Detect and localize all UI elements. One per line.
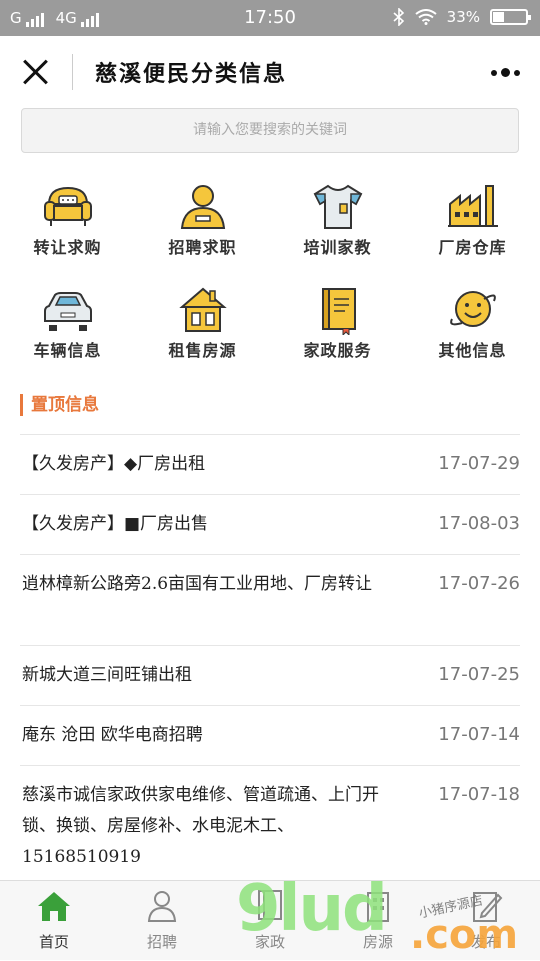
category-label: 招聘求职: [168, 238, 237, 257]
listing-date: 17-08-03: [438, 513, 520, 534]
category-label: 租售房源: [168, 341, 237, 360]
tshirt-icon: [313, 184, 363, 229]
listing-title: 庵东 沧田 欧华电商招聘: [22, 725, 203, 745]
listing-title: 【久发房产】◆厂房出租: [22, 454, 206, 474]
category-label: 家政服务: [303, 341, 372, 360]
listing-title: 【久发房产】■厂房出售: [22, 514, 209, 534]
list-item[interactable]: 逍林樟新公路旁2.6亩国有工业用地、厂房转让 17-07-26: [20, 554, 520, 645]
nav-header: 慈溪便民分类信息: [0, 36, 540, 108]
list-item[interactable]: 庵东 沧田 欧华电商招聘 17-07-14: [20, 705, 520, 765]
listing-date: 17-07-26: [438, 573, 520, 594]
status-bar: G 4G 17:50 33%: [0, 0, 540, 36]
battery-icon: [490, 9, 531, 25]
category-factory[interactable]: 厂房仓库: [405, 172, 540, 272]
category-label: 其他信息: [438, 341, 507, 360]
pinned-section-title: 置顶信息: [20, 394, 99, 416]
list-item[interactable]: 【久发房产】■厂房出售 17-08-03: [20, 494, 520, 554]
category-training[interactable]: 培训家教: [270, 172, 405, 272]
bluetooth-icon: [393, 8, 404, 26]
listing-date: 17-07-18: [438, 784, 520, 805]
battery-fill: [493, 12, 505, 22]
search-input[interactable]: 请输入您要搜索的关键词: [21, 108, 519, 153]
tab-recruit[interactable]: 招聘: [108, 881, 216, 961]
wifi-icon: [415, 9, 437, 25]
listing-date: 17-07-25: [438, 664, 520, 685]
listing-date: 17-07-14: [438, 724, 520, 745]
sofa-icon: [44, 186, 92, 226]
page-title: 慈溪便民分类信息: [95, 61, 288, 87]
list-item[interactable]: 【久发房产】◆厂房出租 17-07-29: [20, 434, 520, 494]
factory-icon: [448, 185, 498, 227]
smiley-planet-icon: [450, 291, 496, 327]
category-label: 车辆信息: [33, 341, 102, 360]
listing-title: 新城大道三间旺铺出租: [22, 665, 192, 685]
listing-title: 慈溪市诚信家政供家电维修、管道疏通、上门开锁、换锁、房屋修补、水电泥木工、151…: [22, 785, 379, 867]
watermark-logo: 9lud: [236, 872, 388, 946]
category-housekeeping[interactable]: 家政服务: [270, 275, 405, 375]
listing-title: 逍林樟新公路旁2.6亩国有工业用地、厂房转让: [22, 574, 373, 594]
person-badge-icon: [180, 185, 226, 229]
header-divider: [72, 54, 73, 90]
list-item[interactable]: 慈溪市诚信家政供家电维修、管道疏通、上门开锁、换锁、房屋修补、水电泥木工、151…: [20, 765, 520, 880]
category-transfer[interactable]: 转让求购: [0, 172, 135, 272]
category-label: 培训家教: [303, 238, 372, 257]
book-icon: [322, 288, 356, 335]
car-icon: [44, 292, 92, 331]
more-options-icon[interactable]: [491, 68, 520, 77]
tab-label: 招聘: [146, 933, 177, 951]
user-icon: [147, 891, 177, 922]
tab-home[interactable]: 首页: [0, 881, 108, 961]
category-label: 转让求购: [33, 238, 102, 257]
category-vehicle[interactable]: 车辆信息: [0, 275, 135, 375]
battery-percent: 33%: [446, 8, 480, 26]
category-other[interactable]: 其他信息: [405, 275, 540, 375]
tab-label: 首页: [38, 933, 69, 951]
list-item[interactable]: 新城大道三间旺铺出租 17-07-25: [20, 645, 520, 705]
category-housing[interactable]: 租售房源: [135, 275, 270, 375]
close-icon[interactable]: [18, 54, 54, 90]
category-recruit[interactable]: 招聘求职: [135, 172, 270, 272]
home-icon: [38, 892, 70, 921]
listing-date: 17-07-29: [438, 453, 520, 474]
house-icon: [179, 287, 227, 332]
category-label: 厂房仓库: [438, 238, 507, 257]
